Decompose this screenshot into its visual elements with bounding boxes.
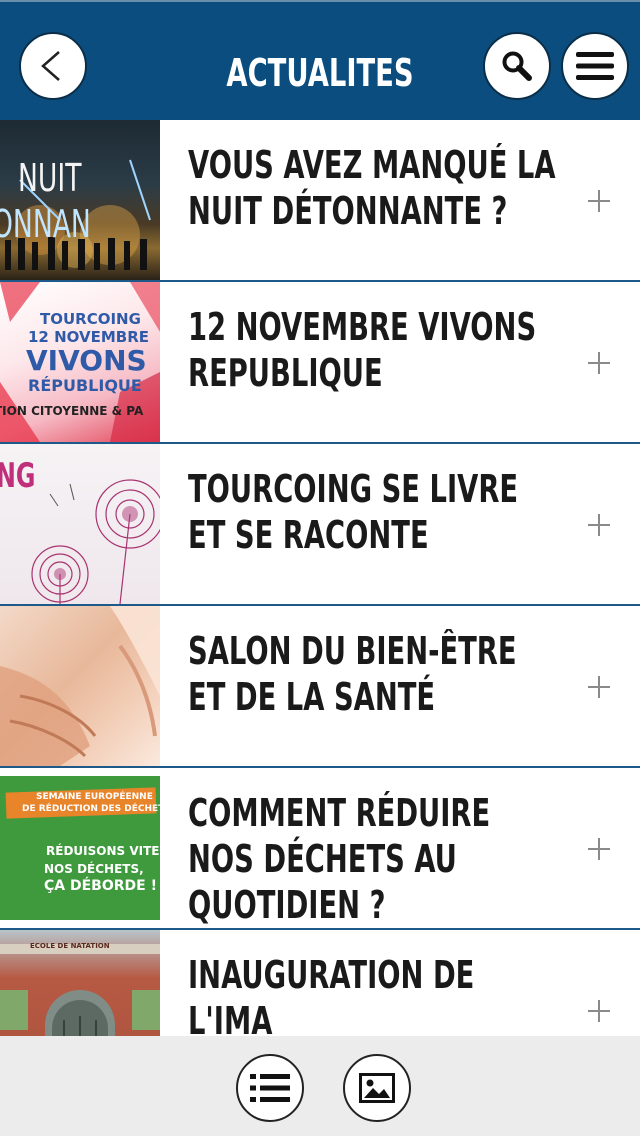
news-title[interactable]: COMMENT RÉDUIRE NOS DÉCHETS AU QUOTIDIEN…	[188, 790, 562, 928]
thumbnail-caption: NOS DÉCHETS,	[44, 862, 144, 876]
thumbnail-caption: ÇA DÉBORDE !	[44, 878, 157, 894]
menu-button[interactable]	[561, 32, 629, 100]
thumbnail-caption: VIVONS	[26, 344, 147, 377]
expand-plus-icon[interactable]	[588, 352, 610, 374]
search-icon	[502, 51, 532, 81]
news-thumbnail: NG	[0, 444, 160, 604]
news-title[interactable]: 12 NOVEMBRE VIVONS REPUBLIQUE	[188, 304, 562, 396]
news-thumbnail: TOURCOING 12 NOVEMBRE VIVONS RÉPUBLIQUE …	[0, 282, 160, 442]
thumbnail-caption: RÉDUISONS VITE	[46, 844, 160, 858]
news-item[interactable]: TOURCOING 12 NOVEMBRE VIVONS RÉPUBLIQUE …	[0, 282, 640, 444]
page-title: ACTUALITES	[226, 51, 414, 95]
thumbnail-caption: ECOLE DE NATATION	[30, 942, 110, 950]
thumbnail-caption: NUIT	[18, 156, 82, 200]
image-gallery-icon	[359, 1073, 395, 1103]
expand-plus-icon[interactable]	[588, 514, 610, 536]
news-thumbnail: ECOLE DE NATATION	[0, 930, 160, 1036]
thumbnail-caption: NG	[0, 456, 36, 496]
list-view-button[interactable]	[236, 1054, 304, 1122]
expand-plus-icon[interactable]	[588, 190, 610, 212]
view-toolbar	[0, 1036, 640, 1136]
news-title[interactable]: TOURCOING SE LIVRE ET SE RACONTE	[188, 466, 562, 558]
expand-plus-icon[interactable]	[588, 838, 610, 860]
thumbnail-caption: RÉPUBLIQUE	[28, 376, 142, 395]
thumbnail-caption: ONNAN	[0, 202, 91, 246]
app-header: ACTUALITES	[0, 0, 640, 120]
news-item[interactable]: SEMAINE EUROPÉENNE DE RÉDUCTION DES DÉCH…	[0, 768, 640, 930]
news-thumbnail: NUIT ONNAN	[0, 120, 160, 280]
news-thumbnail	[0, 606, 160, 766]
news-title[interactable]: INAUGURATION DE L'IMA	[188, 952, 562, 1036]
thumbnail-caption: SEMAINE EUROPÉENNE	[36, 792, 153, 802]
chevron-left-icon	[41, 51, 60, 81]
news-item[interactable]: NG TOURCOING SE LIVRE ET SE RACONTE	[0, 444, 640, 606]
thumbnail-caption: DE RÉDUCTION DES DÉCHETS	[22, 804, 160, 814]
expand-plus-icon[interactable]	[588, 1000, 610, 1022]
thumbnail-caption: TOURCOING	[40, 310, 141, 328]
news-item[interactable]: ECOLE DE NATATION INAUGURATION DE L'IMA	[0, 930, 640, 1036]
search-button[interactable]	[483, 32, 551, 100]
news-item[interactable]: SALON DU BIEN-ÊTRE ET DE LA SANTÉ	[0, 606, 640, 768]
news-thumbnail: SEMAINE EUROPÉENNE DE RÉDUCTION DES DÉCH…	[0, 768, 160, 928]
hamburger-menu-icon	[576, 52, 614, 80]
news-list[interactable]: NUIT ONNAN VOUS AVEZ MANQUÉ LA NUIT DÉTO…	[0, 120, 640, 1036]
thumbnail-caption: TION CITOYENNE & PA	[0, 404, 144, 418]
expand-plus-icon[interactable]	[588, 676, 610, 698]
news-title[interactable]: SALON DU BIEN-ÊTRE ET DE LA SANTÉ	[188, 628, 562, 720]
news-title[interactable]: VOUS AVEZ MANQUÉ LA NUIT DÉTONNANTE ?	[188, 142, 562, 234]
back-button[interactable]	[19, 32, 87, 100]
list-view-icon	[250, 1074, 290, 1102]
news-item[interactable]: NUIT ONNAN VOUS AVEZ MANQUÉ LA NUIT DÉTO…	[0, 120, 640, 282]
gallery-view-button[interactable]	[343, 1054, 411, 1122]
